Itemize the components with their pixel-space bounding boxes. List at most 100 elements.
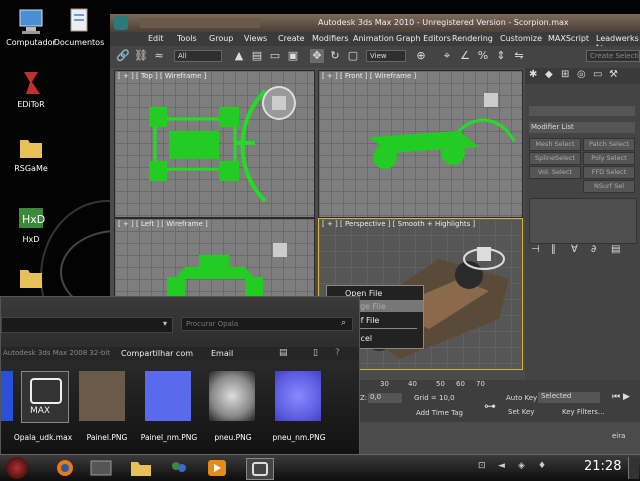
tray-icon[interactable]: ♦ — [538, 461, 546, 471]
snap-icon[interactable]: ⌖ — [440, 49, 454, 63]
rotate-icon[interactable]: ↻ — [328, 49, 342, 63]
network-icon[interactable]: ⊡ — [478, 461, 486, 471]
modifier-stack[interactable] — [529, 198, 637, 244]
viewport-front[interactable]: [ + ] [ Front ] [ Wireframe ] — [318, 70, 523, 218]
remove-modifier-icon[interactable]: ∂ — [591, 244, 596, 255]
auto-key-button[interactable]: Auto Key — [506, 394, 537, 402]
bind-icon[interactable]: ≈ — [152, 49, 166, 63]
percent-snap-icon[interactable]: % — [476, 49, 490, 63]
patch-select-button[interactable]: Patch Select — [583, 138, 635, 151]
unlink-icon[interactable]: ⛓ — [134, 49, 148, 63]
help-icon[interactable]: ? — [335, 348, 340, 358]
move-icon[interactable]: ✥ — [310, 49, 324, 63]
menu-customize[interactable]: Customize — [500, 34, 542, 43]
show-end-result-icon[interactable]: ∥ — [551, 244, 556, 255]
desktop-icon-folder[interactable] — [0, 262, 62, 294]
key-icon[interactable]: ⊶ — [484, 399, 496, 413]
hierarchy-tab-icon[interactable]: ⊞ — [561, 69, 569, 80]
tray-icon[interactable]: ◈ — [518, 461, 525, 471]
desktop-icon-hxd[interactable]: HxD HxD — [0, 203, 62, 244]
folder-icon[interactable] — [128, 458, 154, 478]
file-thumbnail[interactable] — [275, 371, 321, 421]
set-key-button[interactable]: Set Key — [508, 408, 534, 416]
playback-controls[interactable]: ⏮ ▶ — [612, 392, 630, 402]
spline-select-button[interactable]: SplineSelect — [529, 152, 581, 165]
rect-region-icon[interactable]: ▭ — [268, 49, 282, 63]
menu-views[interactable]: Views — [244, 34, 267, 43]
ffd-select-button[interactable]: FFD Select — [583, 166, 635, 179]
desktop-icon-rsgame[interactable]: RSGaMe — [0, 132, 62, 173]
modify-tab-icon[interactable]: ◆ — [545, 69, 553, 80]
key-filters-button[interactable]: Key Filters... — [562, 408, 605, 416]
key-mode-dropdown[interactable]: Selected — [538, 392, 600, 403]
file-name[interactable]: Painel_nm.PNG — [137, 433, 201, 442]
share-button[interactable]: Compartilhar com — [121, 349, 193, 358]
menu-animation[interactable]: Animation — [353, 34, 394, 43]
address-bar[interactable] — [1, 317, 173, 333]
menu-graph-editors[interactable]: Graph Editors — [396, 34, 451, 43]
motion-tab-icon[interactable]: ◎ — [577, 69, 586, 80]
chevron-down-icon[interactable]: ▾ — [163, 319, 167, 328]
named-selection-set-field[interactable]: Create Selection — [586, 50, 640, 62]
preview-pane-icon[interactable]: ▯ — [313, 348, 318, 358]
file-thumbnail[interactable] — [79, 371, 125, 421]
spinner-snap-icon[interactable]: ⇕ — [494, 49, 508, 63]
views-icon[interactable]: ▤ — [279, 348, 288, 358]
command-panel-tabs[interactable]: ✱ ◆ ⊞ ◎ ▭ ⚒ — [525, 68, 640, 84]
quick-access-toolbar[interactable] — [140, 18, 260, 28]
menu-tools[interactable]: Tools — [177, 34, 197, 43]
modifier-list-dropdown[interactable]: Modifier List — [529, 122, 635, 133]
selection-filter-dropdown[interactable]: All — [174, 50, 222, 62]
file-name[interactable]: pneu_nm.PNG — [267, 433, 331, 442]
pin-stack-icon[interactable]: ⊣ — [531, 244, 540, 255]
object-name-field[interactable] — [529, 106, 635, 116]
scale-icon[interactable]: ▢ — [346, 49, 360, 63]
reference-coord-dropdown[interactable]: View — [366, 50, 406, 62]
file-thumbnail[interactable] — [209, 371, 255, 421]
select-icon[interactable]: ▲ — [232, 49, 246, 63]
mesh-select-button[interactable]: Mesh Select — [529, 138, 581, 151]
volume-icon[interactable]: ◄ — [498, 461, 505, 471]
display-tab-icon[interactable]: ▭ — [593, 69, 602, 80]
messenger-icon[interactable] — [166, 458, 192, 478]
utilities-tab-icon[interactable]: ⚒ — [609, 69, 618, 80]
file-thumbnail[interactable] — [1, 371, 13, 421]
window-crossing-icon[interactable]: ▣ — [286, 49, 300, 63]
nsurf-sel-button[interactable]: NSurf Sel — [583, 180, 635, 193]
menu-create[interactable]: Create — [278, 34, 305, 43]
menu-modifiers[interactable]: Modifiers — [312, 34, 349, 43]
viewport-top[interactable]: [ + ] [ Top ] [ Wireframe ] — [114, 70, 315, 218]
create-tab-icon[interactable]: ✱ — [529, 69, 537, 80]
configure-sets-icon[interactable]: ▤ — [611, 244, 620, 255]
pivot-icon[interactable]: ⊕ — [414, 49, 428, 63]
link-icon[interactable]: 🔗 — [116, 49, 130, 63]
start-button[interactable] — [6, 457, 28, 479]
max-logo-icon[interactable] — [114, 16, 128, 30]
file-thumbnail[interactable] — [145, 371, 191, 421]
mirror-icon[interactable]: ⇋ — [512, 49, 526, 63]
menu-edit[interactable]: Edit — [148, 34, 164, 43]
menu-rendering[interactable]: Rendering — [452, 34, 493, 43]
desktop-icon-editor[interactable]: EDiToR — [0, 68, 62, 109]
poly-select-button[interactable]: Poly Select — [583, 152, 635, 165]
add-time-tag-button[interactable]: Add Time Tag — [416, 409, 463, 417]
desktop-icon-documents[interactable]: Documentos — [48, 6, 110, 47]
file-name[interactable]: Opala_udk.max — [11, 433, 75, 442]
angle-snap-icon[interactable]: ∠ — [458, 49, 472, 63]
make-unique-icon[interactable]: ∀ — [571, 244, 578, 255]
menu-maxscript[interactable]: MAXScript — [548, 34, 589, 43]
vol-select-button[interactable]: Vol. Select — [529, 166, 581, 179]
select-by-name-icon[interactable]: ▤ — [250, 49, 264, 63]
file-thumbnail[interactable]: MAX — [21, 371, 69, 423]
search-icon[interactable]: ⌕ — [341, 318, 346, 328]
search-input[interactable]: Procurar Opala — [181, 317, 353, 331]
3ds-max-taskbar-icon[interactable] — [246, 458, 274, 480]
firefox-icon[interactable] — [52, 458, 78, 478]
window-thumbnail-icon[interactable] — [88, 458, 114, 478]
file-name[interactable]: pneu.PNG — [201, 433, 265, 442]
file-name[interactable]: Painel.PNG — [75, 433, 139, 442]
clock[interactable]: 21:28 — [584, 459, 621, 474]
menu-group[interactable]: Group — [209, 34, 233, 43]
z-coord-field[interactable]: 0,0 — [368, 393, 402, 403]
media-player-icon[interactable] — [204, 458, 230, 478]
